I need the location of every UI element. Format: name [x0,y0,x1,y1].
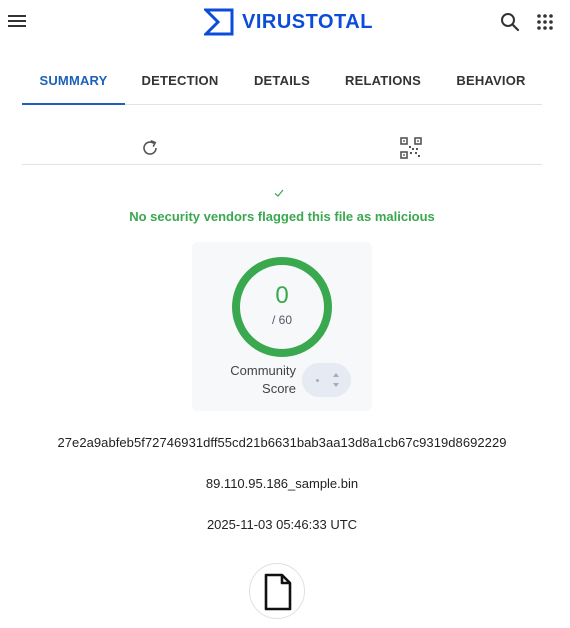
scan-date: 2025-11-03 05:46:33 UTC [206,517,358,532]
file-icon [264,573,292,611]
detection-count: 0 [275,282,289,309]
tab-behavior[interactable]: BEHAVIOR [452,58,530,105]
file-type-badge [249,563,305,619]
detection-total: / 60 [271,313,292,327]
qr-code-icon[interactable] [400,137,422,159]
verdict-message: No security vendors flagged this file as… [129,209,435,224]
action-toolbar [22,125,542,165]
brand-name: VIRUSTOTAL [242,10,373,33]
vote-indicator-dot [316,379,319,382]
top-bar: VIRUSTOTAL [0,0,570,44]
tab-details[interactable]: DETAILS [247,58,317,105]
search-icon[interactable] [500,12,520,32]
vote-up-icon[interactable] [333,373,339,377]
logo[interactable]: VIRUSTOTAL [204,8,373,36]
community-label-line2: Score [262,381,296,396]
vote-down-icon[interactable] [333,383,339,387]
virustotal-logo-icon [204,8,234,36]
community-score-label: Community Score [214,362,296,398]
tab-detection[interactable]: DETECTION [133,58,227,105]
file-hash: 27e2a9abfeb5f72746931dff55cd21b6631bab3a… [57,435,507,450]
check-icon [274,189,284,197]
tab-relations[interactable]: RELATIONS [340,58,426,105]
tab-bar: SUMMARY DETECTION DETAILS RELATIONS BEHA… [22,58,542,105]
reload-icon[interactable] [140,138,160,158]
menu-icon[interactable] [8,12,28,30]
file-name: 89.110.95.186_sample.bin [205,476,359,491]
community-vote-toggle[interactable] [302,363,351,397]
tab-summary[interactable]: SUMMARY [22,58,125,105]
apps-grid-icon[interactable] [536,13,554,31]
community-label-line1: Community [230,363,296,378]
detection-score-card: 0 / 60 Community Score [192,242,372,411]
